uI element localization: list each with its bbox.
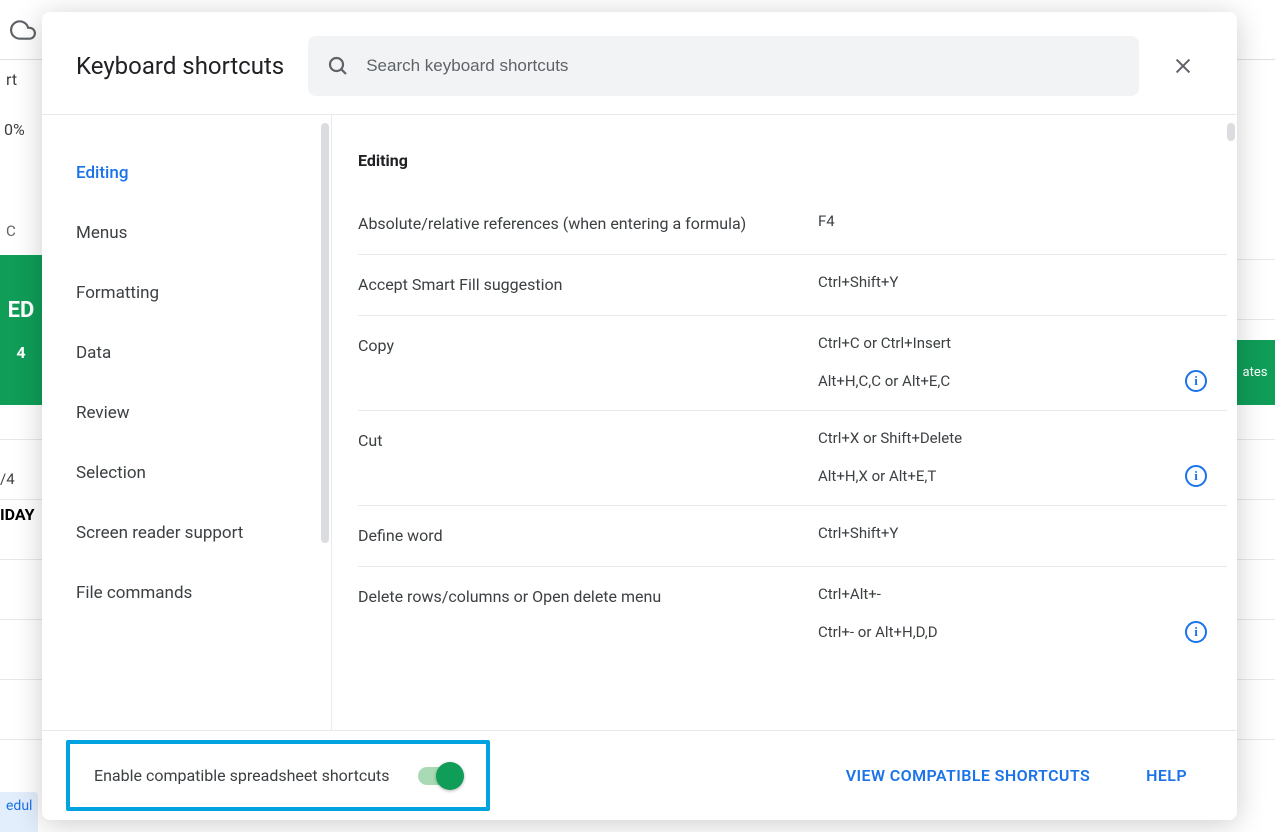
bg-green-cell-left: ED 4 — [0, 255, 42, 405]
bg-zoom-percent: 0% — [4, 120, 25, 139]
footer-links: VIEW COMPATIBLE SHORTCUTS HELP — [846, 766, 1187, 785]
shortcut-row: Accept Smart Fill suggestion Ctrl+Shift+… — [358, 255, 1227, 316]
shortcut-name: Cut — [358, 429, 798, 453]
shortcut-name: Copy — [358, 334, 798, 358]
shortcut-name: Absolute/relative references (when enter… — [358, 212, 798, 236]
sidebar-item-review[interactable]: Review — [42, 383, 331, 443]
close-button[interactable] — [1163, 46, 1203, 86]
dialog-body: Editing Menus Formatting Data Review Sel… — [42, 115, 1237, 730]
sidebar-item-screen-reader[interactable]: Screen reader support — [42, 503, 331, 563]
shortcut-name: Accept Smart Fill suggestion — [358, 273, 798, 297]
view-compatible-link[interactable]: VIEW COMPATIBLE SHORTCUTS — [846, 766, 1090, 785]
shortcut-row: Cut Ctrl+X or Shift+Delete Alt+H,X or Al… — [358, 411, 1227, 506]
search-box[interactable] — [308, 36, 1139, 96]
bg-cell-text-1: /4 — [0, 470, 15, 488]
shortcut-name: Delete rows/columns or Open delete menu — [358, 585, 798, 609]
sidebar-item-file-commands[interactable]: File commands — [42, 563, 331, 623]
shortcut-keys: Ctrl+X or Shift+Delete Alt+H,X or Alt+E,… — [818, 429, 1227, 487]
bg-text-rt: rt — [6, 70, 17, 89]
toggle-knob — [436, 762, 464, 790]
sidebar-item-menus[interactable]: Menus — [42, 203, 331, 263]
sidebar-item-data[interactable]: Data — [42, 323, 331, 383]
search-input[interactable] — [366, 56, 1121, 76]
help-link[interactable]: HELP — [1146, 766, 1187, 785]
shortcut-row: Delete rows/columns or Open delete menu … — [358, 567, 1227, 661]
sidebar-item-editing[interactable]: Editing — [42, 143, 331, 203]
shortcut-keys: Ctrl+Shift+Y — [818, 273, 1227, 291]
close-icon — [1172, 55, 1194, 77]
info-icon[interactable]: i — [1185, 621, 1207, 643]
search-icon — [326, 54, 350, 78]
shortcut-row: Absolute/relative references (when enter… — [358, 194, 1227, 255]
content-scrollbar[interactable] — [1227, 123, 1235, 141]
shortcut-keys: F4 — [818, 212, 1227, 230]
compatible-shortcuts-highlight: Enable compatible spreadsheet shortcuts — [66, 740, 490, 811]
shortcut-keys: Ctrl+Alt+- Ctrl+- or Alt+H,D,D i — [818, 585, 1227, 643]
section-title: Editing — [358, 151, 1227, 170]
keyboard-shortcuts-dialog: Keyboard shortcuts Editing Menus Fo — [42, 12, 1237, 820]
sidebar-item-selection[interactable]: Selection — [42, 443, 331, 503]
shortcut-keys: Ctrl+C or Ctrl+Insert Alt+H,C,C or Alt+E… — [818, 334, 1227, 392]
dialog-footer: Enable compatible spreadsheet shortcuts … — [42, 730, 1237, 820]
bg-sheet-tab: edul — [0, 792, 38, 832]
category-sidebar: Editing Menus Formatting Data Review Sel… — [42, 115, 332, 730]
sidebar-item-formatting[interactable]: Formatting — [42, 263, 331, 323]
shortcut-keys: Ctrl+Shift+Y — [818, 524, 1227, 542]
info-icon[interactable]: i — [1185, 465, 1207, 487]
bg-green-cell-right: ates — [1235, 340, 1275, 405]
bg-cell-text-2: IDAY — [0, 505, 35, 524]
info-icon[interactable]: i — [1185, 370, 1207, 392]
shortcut-row: Copy Ctrl+C or Ctrl+Insert Alt+H,C,C or … — [358, 316, 1227, 411]
shortcuts-content: Editing Absolute/relative references (wh… — [332, 115, 1237, 730]
shortcut-row: Define word Ctrl+Shift+Y — [358, 506, 1227, 567]
sidebar-scrollbar[interactable] — [321, 123, 329, 543]
dialog-header: Keyboard shortcuts — [42, 12, 1237, 115]
compatible-toggle[interactable] — [418, 767, 462, 785]
cloud-save-icon — [10, 17, 36, 43]
dialog-title: Keyboard shortcuts — [76, 52, 284, 80]
compatible-toggle-label: Enable compatible spreadsheet shortcuts — [94, 766, 390, 785]
shortcut-name: Define word — [358, 524, 798, 548]
